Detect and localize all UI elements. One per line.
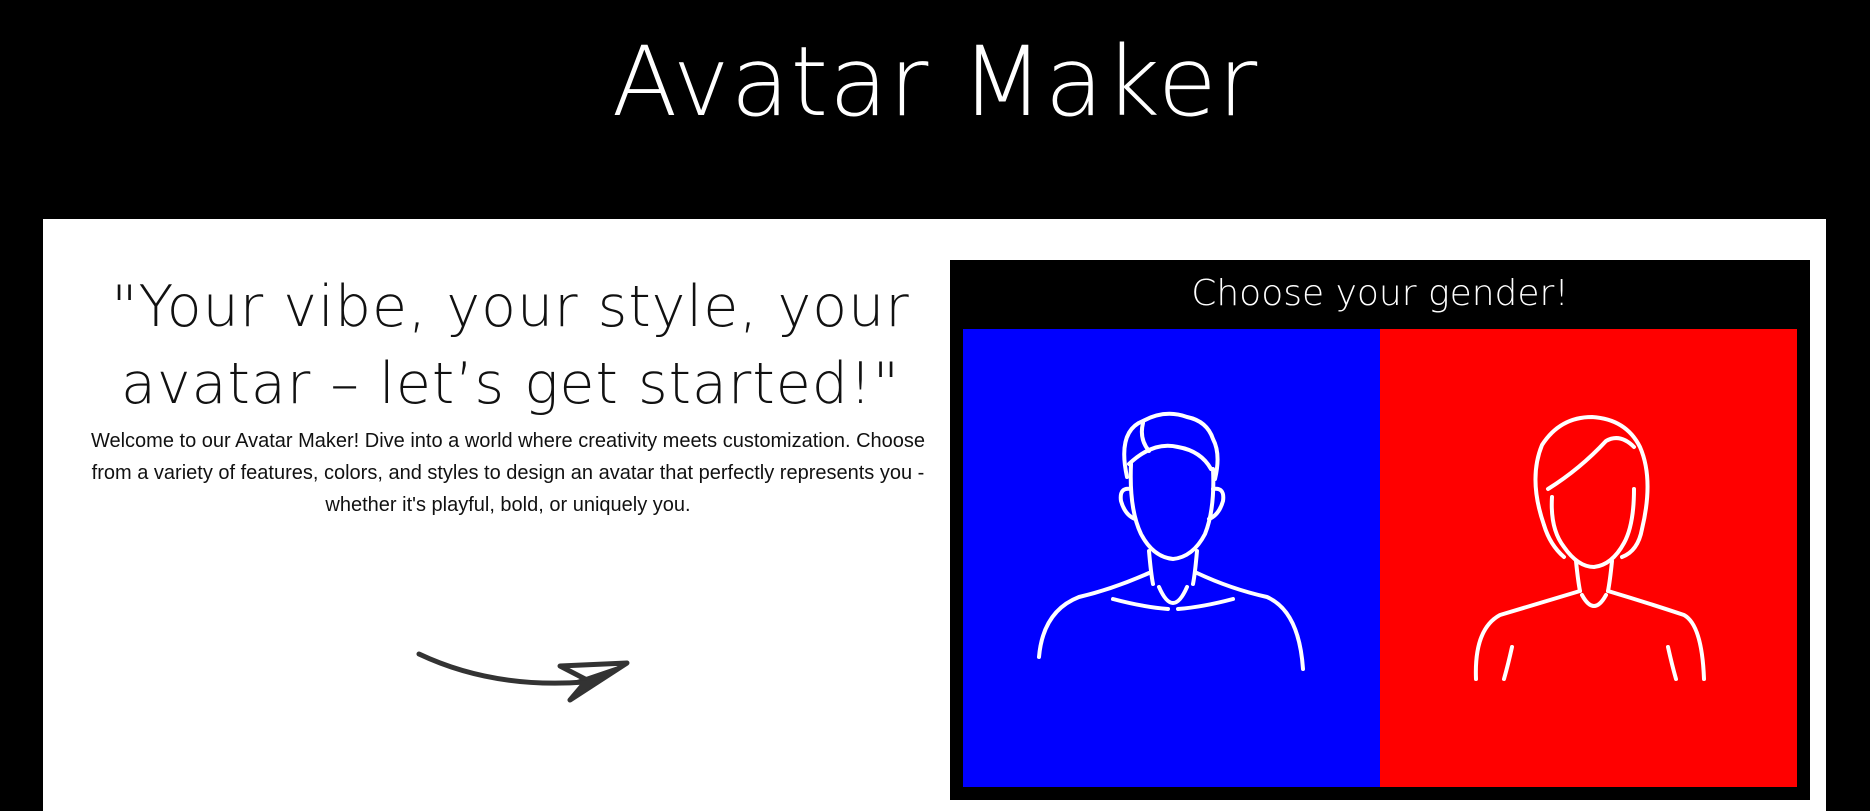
welcome-text: Welcome to our Avatar Maker! Dive into a… xyxy=(90,430,926,516)
curved-arrow-right-icon xyxy=(416,651,630,703)
page: Avatar Maker "Your vibe, your style, you… xyxy=(0,0,1870,811)
gender-heading: Choose your gender! xyxy=(1191,273,1569,314)
female-option-button[interactable] xyxy=(1380,329,1797,787)
female-silhouette-icon xyxy=(1380,329,1797,787)
tagline: "Your vibe, your style, your avatar – le… xyxy=(111,274,910,417)
gender-picker: Choose your gender! xyxy=(950,260,1810,800)
intro-section: "Your vibe, your style, your avatar – le… xyxy=(43,219,978,811)
site-title: Avatar Maker xyxy=(611,26,1259,138)
main-card: "Your vibe, your style, your avatar – le… xyxy=(43,219,1826,811)
male-silhouette-icon xyxy=(963,329,1380,787)
male-option-button[interactable] xyxy=(963,329,1380,787)
